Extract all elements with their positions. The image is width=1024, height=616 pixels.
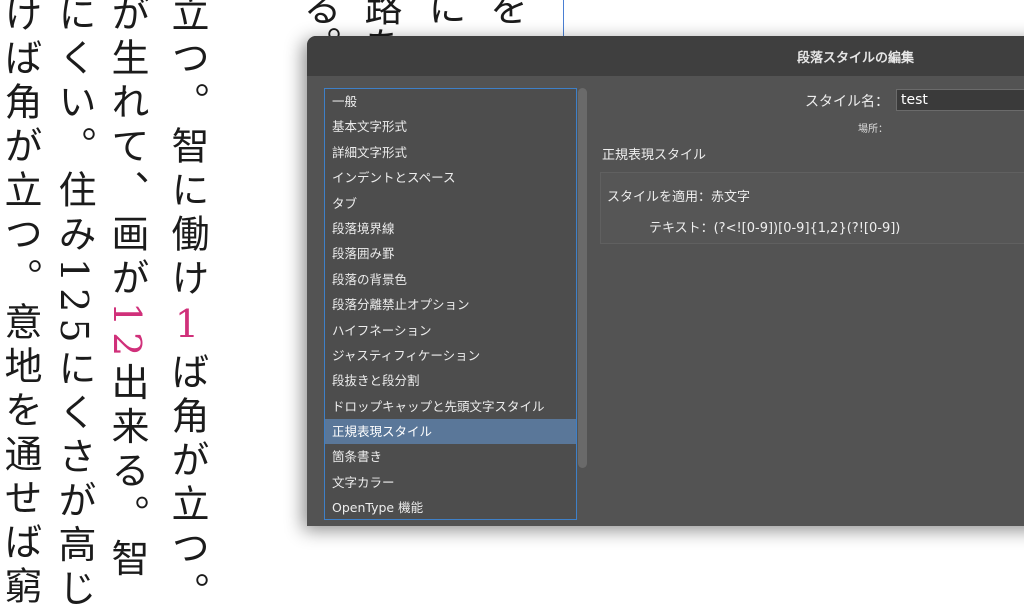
doc-text: 出来る。智: [105, 362, 149, 583]
doc-number-highlight: 12: [105, 302, 149, 363]
category-paragraph-border[interactable]: 段落囲み罫: [325, 241, 576, 266]
category-character-color[interactable]: 文字カラー: [325, 470, 576, 495]
category-grep-styles[interactable]: 正規表現スタイル: [325, 419, 576, 445]
doc-number-highlight: 1: [165, 302, 209, 352]
style-name-label: スタイル名：: [805, 94, 889, 110]
category-list[interactable]: 一般 基本文字形式 詳細文字形式 インデントとスペース タブ 段落境界線 段落囲…: [324, 88, 577, 520]
category-bullets-numbering[interactable]: 箇条書き: [325, 444, 576, 469]
category-justification[interactable]: ジャスティフィケーション: [325, 343, 576, 368]
category-paragraph-rules[interactable]: 段落境界線: [325, 216, 576, 241]
doc-column: が生れて、画が12出来る。智: [105, 0, 149, 583]
dialog-title: 段落スタイルの編集: [797, 51, 915, 66]
category-indents-spacing[interactable]: インデントとスペース: [325, 165, 576, 190]
category-opentype-features[interactable]: OpenType 機能: [325, 495, 576, 519]
text-frame-edge: [563, 0, 564, 40]
section-title: 正規表現スタイル: [602, 148, 707, 163]
dialog-titlebar[interactable]: 段落スタイルの編集: [307, 36, 1024, 76]
doc-text: にくさが高じ: [52, 348, 96, 613]
doc-fragment: に: [422, 0, 466, 26]
category-keep-options[interactable]: 段落分離禁止オプション: [325, 292, 576, 317]
doc-column: けば角が立つ。意地を通せば窮: [0, 0, 42, 610]
category-tabs[interactable]: タブ: [325, 191, 576, 216]
doc-fragment: を: [483, 0, 527, 26]
doc-text: 立つ。智に働け: [165, 0, 209, 302]
doc-text: が生れて、画が: [105, 0, 149, 302]
category-span-columns[interactable]: 段抜きと段分割: [325, 368, 576, 393]
category-general[interactable]: 一般: [325, 89, 576, 114]
doc-text: にくい。住み: [52, 0, 96, 258]
category-list-scrollbar[interactable]: [578, 88, 587, 468]
category-advanced-character-formats[interactable]: 詳細文字形式: [325, 140, 576, 165]
category-paragraph-shading[interactable]: 段落の背景色: [325, 267, 576, 292]
doc-column: にくい。住み125にくさが高じ: [52, 0, 96, 613]
style-name-input[interactable]: test: [896, 89, 1024, 111]
category-hyphenation[interactable]: ハイフネーション: [325, 318, 576, 343]
grep-rule-expression[interactable]: テキスト：(?<![0-9])[0-9]{1,2}(?![0-9]): [649, 217, 900, 236]
doc-column: 立つ。智に働け1ば角が立つ。: [165, 0, 209, 616]
doc-text: けば角が立つ。意地を通せば窮: [0, 0, 42, 610]
location-label: 場所：: [858, 124, 888, 135]
doc-number: 125: [52, 258, 96, 349]
grep-rule-apply-style[interactable]: スタイルを適用：赤文字: [607, 186, 750, 205]
paragraph-style-dialog: 段落スタイルの編集 一般 基本文字形式 詳細文字形式 インデントとスペース タブ…: [307, 36, 1024, 526]
category-basic-character-formats[interactable]: 基本文字形式: [325, 114, 576, 139]
doc-text: ば角が立つ。: [165, 352, 209, 616]
category-drop-caps-nested-styles[interactable]: ドロップキャップと先頭文字スタイル: [325, 394, 576, 419]
